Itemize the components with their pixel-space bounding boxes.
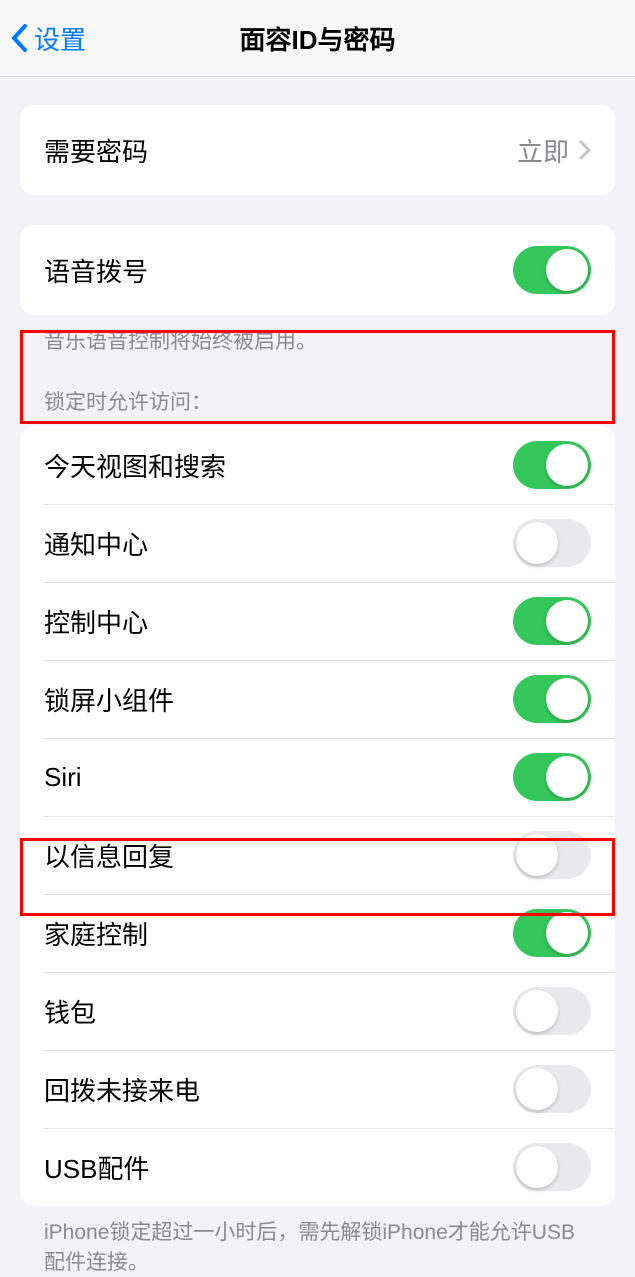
lock-access-row: 家庭控制 xyxy=(20,894,615,972)
lock-access-toggle[interactable] xyxy=(513,909,591,957)
lock-access-label: 以信息回复 xyxy=(44,837,513,874)
lock-access-toggle[interactable] xyxy=(513,675,591,723)
page-title: 面容ID与密码 xyxy=(239,20,395,57)
chevron-left-icon xyxy=(10,23,30,53)
lock-access-row: 今天视图和搜索 xyxy=(20,426,615,504)
lock-access-list: 今天视图和搜索通知中心控制中心锁屏小组件 Siri 以信息回复家庭控制钱包回拨未接来… xyxy=(20,426,615,1206)
lock-access-toggle[interactable] xyxy=(513,519,591,567)
lock-access-row: 钱包 xyxy=(20,972,615,1050)
lock-access-toggle[interactable] xyxy=(513,441,591,489)
lock-access-label: 回拨未接来电 xyxy=(44,1071,513,1108)
require-passcode-label: 需要密码 xyxy=(44,132,517,169)
lock-access-toggle[interactable] xyxy=(513,831,591,879)
lock-access-label: 今天视图和搜索 xyxy=(44,447,513,484)
lock-access-header: 锁定时允许访问： xyxy=(44,386,591,416)
voice-dial-label: 语音拨号 xyxy=(44,252,513,289)
lock-access-row: Siri xyxy=(20,738,615,816)
lock-access-label: 家庭控制 xyxy=(44,915,513,952)
lock-access-row: 通知中心 xyxy=(20,504,615,582)
lock-access-toggle[interactable] xyxy=(513,753,591,801)
lock-access-label: 锁屏小组件 xyxy=(44,681,513,718)
navigation-bar: 设置 面容ID与密码 xyxy=(0,0,635,77)
lock-access-row: 控制中心 xyxy=(20,582,615,660)
lock-access-toggle[interactable] xyxy=(513,987,591,1035)
require-passcode-value: 立即 xyxy=(517,132,569,169)
back-label: 设置 xyxy=(34,20,86,57)
lock-access-label: 通知中心 xyxy=(44,525,513,562)
voice-dial-toggle[interactable] xyxy=(513,246,591,294)
voice-dial-footer: 音乐语音控制将始终被启用。 xyxy=(44,327,591,356)
voice-dial-row: 语音拨号 xyxy=(20,225,615,315)
lock-access-label: Siri xyxy=(44,762,513,793)
lock-access-row: 以信息回复 xyxy=(20,816,615,894)
lock-access-toggle[interactable] xyxy=(513,597,591,645)
chevron-right-icon xyxy=(579,140,591,160)
lock-access-toggle[interactable] xyxy=(513,1065,591,1113)
lock-access-footer: iPhone锁定超过一小时后，需先解锁iPhone才能允许USB配件连接。 xyxy=(44,1218,591,1277)
back-button[interactable]: 设置 xyxy=(10,20,86,57)
require-passcode-row[interactable]: 需要密码 立即 xyxy=(20,105,615,195)
lock-access-toggle[interactable] xyxy=(513,1143,591,1191)
lock-access-row: USB配件 xyxy=(20,1128,615,1206)
lock-access-label: 钱包 xyxy=(44,993,513,1030)
lock-access-row: 回拨未接来电 xyxy=(20,1050,615,1128)
lock-access-row: 锁屏小组件 xyxy=(20,660,615,738)
lock-access-label: 控制中心 xyxy=(44,603,513,640)
lock-access-label: USB配件 xyxy=(44,1149,513,1186)
